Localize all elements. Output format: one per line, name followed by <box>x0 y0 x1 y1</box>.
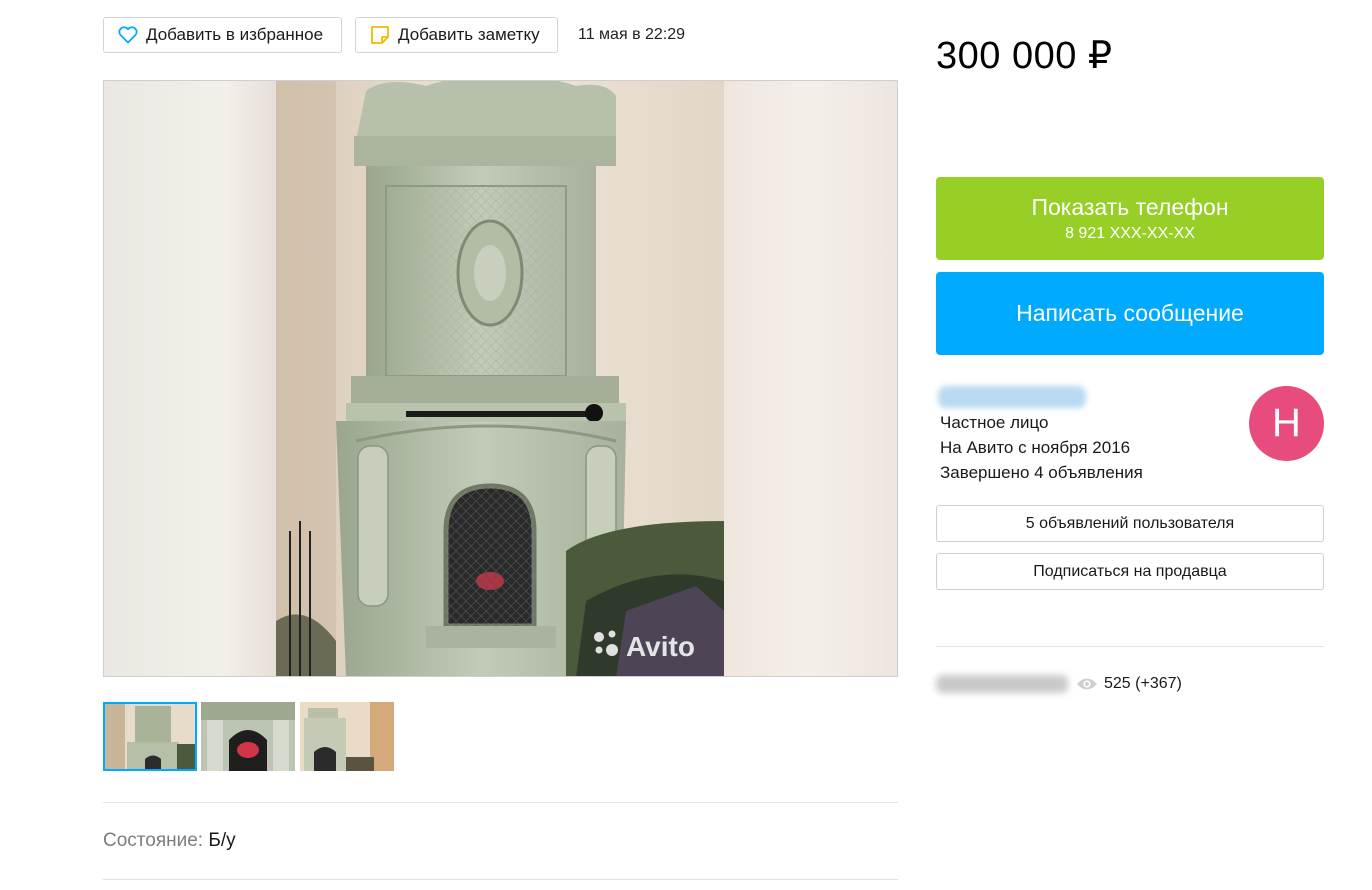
add-note-label: Добавить заметку <box>398 25 540 44</box>
thumbnail-2-image <box>201 702 295 771</box>
seller-type: Частное лицо <box>940 413 1049 432</box>
thumbnail-1[interactable] <box>103 702 197 771</box>
add-to-favorites-label: Добавить в избранное <box>146 25 324 44</box>
main-photo[interactable]: Avito <box>103 80 898 677</box>
note-icon <box>370 25 390 45</box>
condition-label: Состояние: <box>103 830 204 851</box>
views-count: 525 (+367) <box>1104 675 1182 692</box>
sidebar-divider <box>936 646 1324 647</box>
show-phone-button[interactable]: Показать телефон 8 921 XXX-XX-XX <box>936 177 1324 260</box>
thumbnail-1-image <box>105 704 195 769</box>
thumbnail-3-image <box>300 702 394 771</box>
write-message-button[interactable]: Написать сообщение <box>936 272 1324 355</box>
user-ads-button[interactable]: 5 объявлений пользователя <box>936 505 1324 542</box>
section-divider-bottom <box>103 879 898 880</box>
show-phone-label: Показать телефон <box>1031 194 1229 220</box>
thumbnail-3[interactable] <box>300 702 394 771</box>
eye-icon <box>1076 677 1098 691</box>
add-note-button[interactable]: Добавить заметку <box>355 17 558 53</box>
price: 300 000 ₽ <box>936 35 1113 77</box>
condition-param: Состояние: Б/у <box>103 830 236 852</box>
heart-icon <box>118 25 138 45</box>
thumbnail-2[interactable] <box>201 702 295 771</box>
subscribe-seller-button[interactable]: Подписаться на продавца <box>936 553 1324 590</box>
seller-completed-ads: Завершено 4 объявления <box>940 463 1143 482</box>
phone-number-masked: 8 921 XXX-XX-XX <box>1065 225 1195 242</box>
section-divider <box>103 802 898 803</box>
photo-blur-right <box>724 81 897 676</box>
seller-since: На Авито с ноября 2016 <box>940 438 1131 457</box>
photo-blur-left <box>104 81 277 676</box>
seller-avatar[interactable]: Н <box>1249 386 1324 461</box>
condition-value: Б/у <box>208 830 236 851</box>
stove-photo: Avito <box>276 81 724 676</box>
views-counter: 525 (+367) <box>1076 675 1182 693</box>
publish-date: 11 мая в 22:29 <box>578 26 686 43</box>
listing-page: Добавить в избранное Добавить заметку 11… <box>0 0 1372 890</box>
seller-name-link-blurred[interactable] <box>938 386 1086 408</box>
add-to-favorites-button[interactable]: Добавить в избранное <box>103 17 342 53</box>
item-id-blurred <box>936 675 1068 693</box>
watermark-text: Avito <box>626 631 695 662</box>
